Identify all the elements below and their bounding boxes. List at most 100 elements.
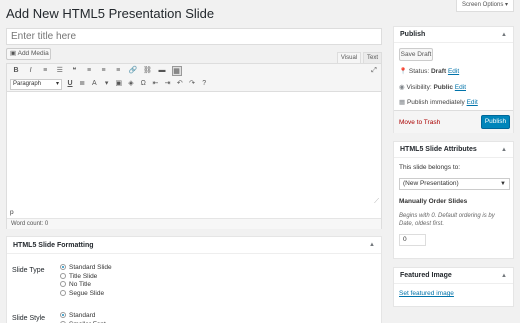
- blockquote-icon[interactable]: ❝: [69, 66, 79, 76]
- redo-icon[interactable]: ↷: [187, 79, 197, 89]
- align-center-icon[interactable]: ≡: [99, 66, 109, 76]
- numbered-list-icon[interactable]: ☰: [55, 66, 65, 76]
- editor: B I ≡ ☰ ❝ ≡ ≡ ≡ 🔗 ⛓ ▬ ▦ ⤢ Paragraph ▾ U ≣ A ▾ ▣ ◈ Ω ⇤ ⇥ ↶ ↷? …: [6, 63, 382, 229]
- schedule-row: ▦ Publish immediately Edit: [399, 98, 478, 106]
- publish-header[interactable]: Publish ▲: [394, 27, 513, 43]
- pin-icon: 📍: [399, 68, 408, 75]
- radio-label: Standard: [69, 312, 96, 319]
- status-value: Draft: [430, 68, 447, 75]
- eye-icon: ◉: [399, 84, 405, 91]
- insert-more-icon[interactable]: ▬: [157, 66, 167, 76]
- resize-handle-icon[interactable]: ⟋: [374, 198, 379, 206]
- chevron-down-icon: ▾: [505, 2, 509, 8]
- tab-text[interactable]: Text: [363, 52, 382, 63]
- radio-label: No Title: [69, 281, 92, 289]
- order-help: Begins with 0. Default ordering is by Da…: [399, 213, 495, 227]
- belongs-label: This slide belongs to:: [399, 164, 461, 171]
- publish-title: Publish: [400, 31, 426, 38]
- radio-label: Standard Slide: [69, 264, 112, 271]
- add-media-label: Add Media: [17, 50, 49, 57]
- visibility-row: ◉ Visibility: Public Edit: [399, 83, 466, 91]
- publish-panel: Publish ▲ Save Draft 📍 Status: Draft Edi…: [393, 26, 514, 133]
- italic-icon[interactable]: I: [26, 66, 36, 76]
- collapse-arrow-icon[interactable]: ▲: [501, 27, 507, 43]
- radio-icon[interactable]: [60, 264, 66, 270]
- add-media-button[interactable]: ▣ Add Media: [6, 48, 51, 60]
- editor-content[interactable]: [7, 93, 381, 211]
- radio-icon[interactable]: [60, 290, 66, 297]
- remove-link-icon[interactable]: ⛓: [142, 66, 152, 76]
- visibility-value: Public: [433, 84, 453, 91]
- collapse-arrow-icon[interactable]: ▲: [501, 142, 507, 158]
- move-to-trash-link[interactable]: Move to Trash: [399, 119, 440, 126]
- align-left-icon[interactable]: ≡: [84, 66, 94, 76]
- undo-icon[interactable]: ↶: [175, 79, 185, 89]
- order-label: Manually Order Slides: [399, 198, 468, 205]
- slide-type-label: Slide Type: [12, 267, 45, 274]
- radio-icon[interactable]: [60, 312, 66, 318]
- featured-image-panel: Featured Image ▲ Set featured image: [393, 267, 514, 307]
- featured-image-title: Featured Image: [400, 272, 452, 279]
- chevron-down-icon: ▼: [500, 181, 506, 187]
- slide-type-option[interactable]: Standard Slide: [60, 264, 112, 271]
- schedule-edit-link[interactable]: Edit: [467, 99, 478, 106]
- slide-formatting-panel: HTML5 Slide Formatting ▲ Slide Type Stan…: [6, 236, 382, 323]
- radio-label: Segue Slide: [69, 290, 105, 298]
- outdent-icon[interactable]: ⇤: [150, 79, 160, 89]
- slide-style-option[interactable]: Standard: [60, 312, 95, 319]
- title-input[interactable]: [6, 28, 382, 45]
- bullet-list-icon[interactable]: ≡: [40, 66, 50, 76]
- editor-path: p: [10, 209, 14, 216]
- publish-actions: Move to Trash Publish: [394, 110, 513, 133]
- slide-type-option[interactable]: Title Slide: [60, 272, 98, 280]
- clear-formatting-icon[interactable]: ◈: [126, 79, 136, 89]
- calendar-icon: ▦: [399, 99, 406, 106]
- slide-formatting-title: HTML5 Slide Formatting: [13, 242, 94, 249]
- visibility-edit-link[interactable]: Edit: [455, 84, 466, 91]
- set-featured-image-link[interactable]: Set featured image: [399, 290, 454, 297]
- radio-icon[interactable]: [60, 272, 66, 279]
- radio-icon[interactable]: [60, 281, 66, 288]
- visibility-label: Visibility:: [406, 84, 432, 91]
- toolbar-toggle-icon[interactable]: ▦: [171, 66, 182, 76]
- screen-options-label: Screen Options: [461, 2, 504, 8]
- radio-label: Title Slide: [69, 272, 98, 280]
- indent-icon[interactable]: ⇥: [163, 79, 173, 89]
- justify-icon[interactable]: ≣: [77, 79, 87, 89]
- tab-visual[interactable]: Visual: [337, 52, 361, 63]
- paste-as-text-icon[interactable]: ▣: [114, 79, 124, 89]
- special-character-icon[interactable]: Ω: [138, 79, 148, 89]
- page-title: Add New HTML5 Presentation Slide: [6, 6, 215, 21]
- underline-icon[interactable]: U: [65, 79, 75, 89]
- presentation-select-value: (New Presentation): [403, 180, 459, 187]
- status-row: 📍 Status: Draft Edit: [399, 67, 459, 75]
- fullscreen-icon[interactable]: ⤢: [369, 66, 379, 76]
- presentation-select[interactable]: (New Presentation) ▼: [399, 178, 510, 190]
- slide-type-option[interactable]: Segue Slide: [60, 290, 104, 297]
- screen-options-button[interactable]: Screen Options ▾: [456, 0, 514, 12]
- save-draft-button[interactable]: Save Draft: [399, 48, 433, 61]
- status-edit-link[interactable]: Edit: [448, 68, 459, 75]
- slide-style-label: Slide Style: [12, 315, 46, 322]
- help-icon[interactable]: ?: [199, 79, 209, 89]
- order-input[interactable]: 0: [399, 234, 426, 246]
- schedule-text: Publish immediately: [406, 99, 465, 106]
- collapse-arrow-icon[interactable]: ▲: [501, 268, 507, 284]
- toolbar-row-2: U ≣ A ▾ ▣ ◈ Ω ⇤ ⇥ ↶ ↷?: [7, 79, 381, 90]
- editor-toolbar: B I ≡ ☰ ❝ ≡ ≡ ≡ 🔗 ⛓ ▬ ▦ ⤢ Paragraph ▾ U ≣ A ▾ ▣ ◈ Ω ⇤ ⇥ ↶ ↷?: [7, 64, 381, 92]
- slide-type-option[interactable]: No Title: [60, 281, 91, 288]
- publish-button[interactable]: Publish: [481, 115, 510, 129]
- text-color-icon[interactable]: A: [89, 79, 99, 89]
- slide-attributes-title: HTML5 Slide Attributes: [400, 146, 477, 153]
- collapse-arrow-icon[interactable]: ▲: [369, 237, 375, 254]
- align-right-icon[interactable]: ≡: [113, 66, 123, 76]
- slide-attributes-panel: HTML5 Slide Attributes ▲ This slide belo…: [393, 141, 514, 259]
- text-color-dropdown-icon[interactable]: ▾: [102, 79, 112, 89]
- toolbar-row-1: B I ≡ ☰ ❝ ≡ ≡ ≡ 🔗 ⛓ ▬ ▦: [7, 66, 381, 77]
- insert-link-icon[interactable]: 🔗: [128, 66, 138, 76]
- slide-formatting-header[interactable]: HTML5 Slide Formatting ▲: [7, 237, 381, 254]
- status-label: Status:: [408, 68, 430, 75]
- bold-icon[interactable]: B: [11, 66, 21, 76]
- featured-image-header[interactable]: Featured Image ▲: [394, 268, 513, 284]
- slide-attributes-header[interactable]: HTML5 Slide Attributes ▲: [394, 142, 513, 158]
